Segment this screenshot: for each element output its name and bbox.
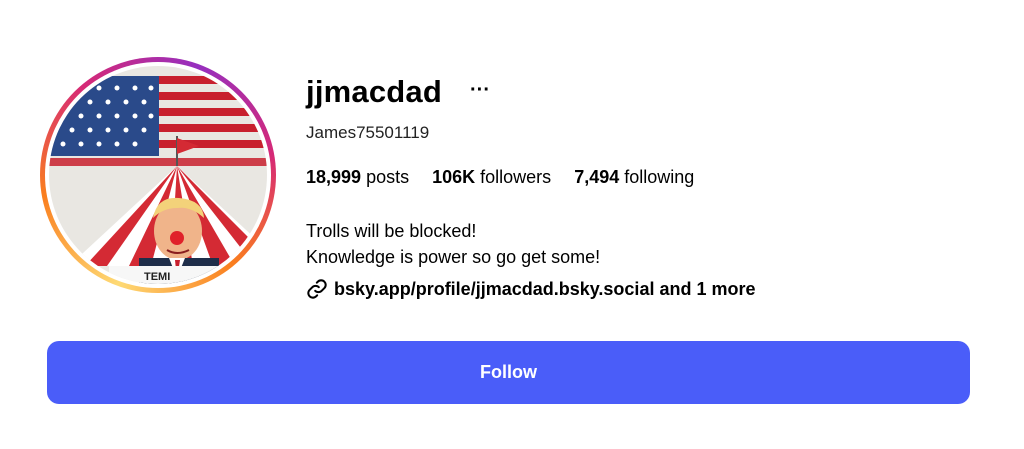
followers-label: followers (480, 167, 552, 187)
profile-stats: 18,999 posts 106K followers 7,494 follow… (306, 165, 694, 189)
profile-page: TEMI jjmacdad ··· James75501119 18,999 p… (0, 0, 1024, 449)
more-horizontal-icon[interactable]: ··· (470, 80, 490, 100)
following-stat[interactable]: 7,494 following (574, 165, 694, 189)
bio-line: Trolls will be blocked! (306, 221, 477, 241)
posts-count: 18,999 (306, 167, 362, 187)
following-label: following (624, 167, 695, 187)
following-count: 7,494 (574, 167, 620, 187)
avatar-frame: TEMI (45, 62, 271, 288)
profile-link[interactable]: bsky.app/profile/jjmacdad.bsky.social an… (306, 277, 755, 301)
profile-handle: James75501119 (306, 123, 430, 142)
bio-line: Knowledge is power so go get some! (306, 247, 601, 267)
svg-text:TEMI: TEMI (144, 271, 170, 283)
follow-button[interactable]: Follow (47, 341, 970, 404)
avatar-image: TEMI (49, 66, 267, 284)
link-icon (306, 278, 328, 300)
avatar[interactable]: TEMI (49, 66, 267, 284)
posts-stat[interactable]: 18,999 posts (306, 165, 409, 189)
profile-bio: Trolls will be blocked! Knowledge is pow… (306, 218, 600, 270)
followers-count: 106K (432, 167, 476, 187)
story-ring[interactable]: TEMI (40, 57, 276, 293)
profile-link-text: bsky.app/profile/jjmacdad.bsky.social an… (334, 279, 756, 299)
followers-stat[interactable]: 106K followers (432, 165, 551, 189)
posts-label: posts (366, 167, 410, 187)
profile-username: jjmacdad (306, 74, 442, 109)
